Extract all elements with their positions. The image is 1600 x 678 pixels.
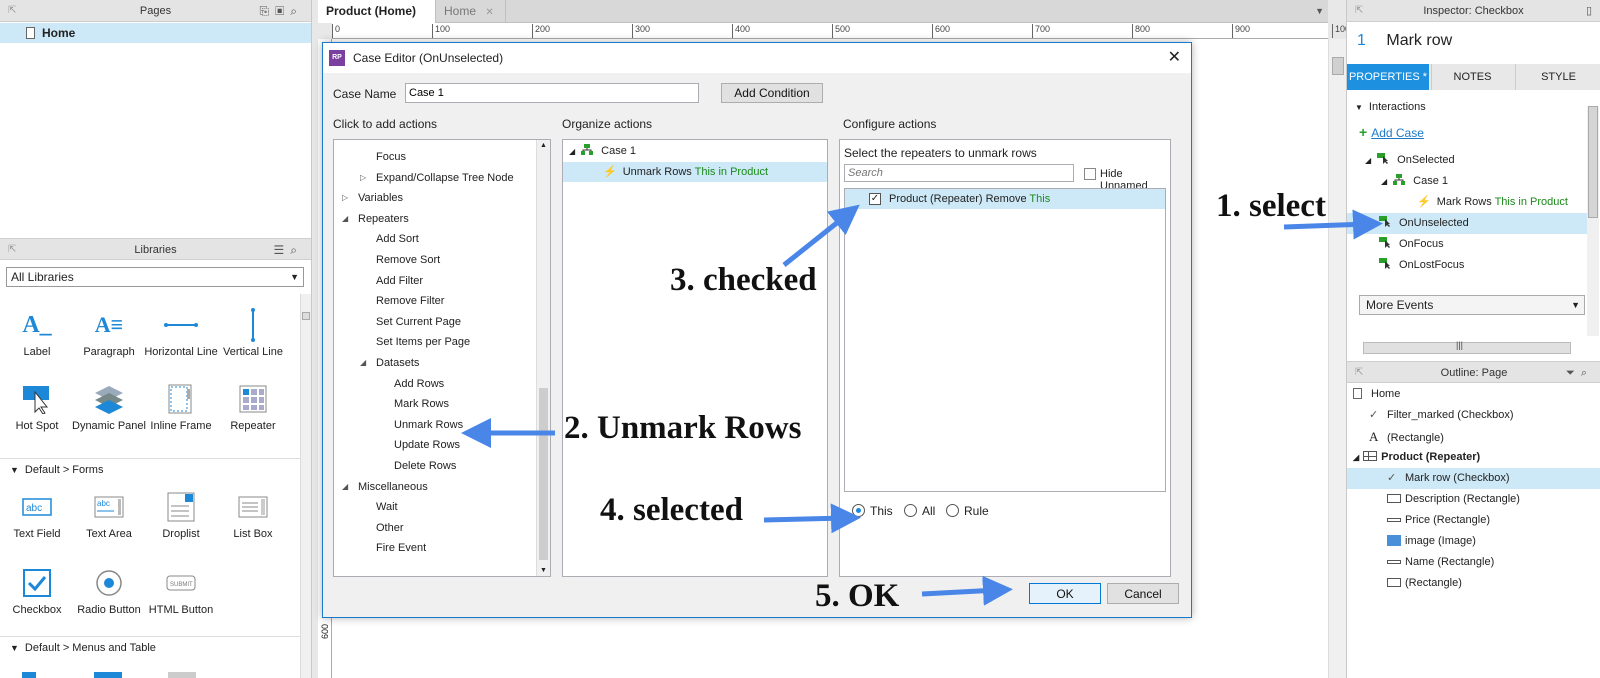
arrow-1 bbox=[1283, 209, 1383, 240]
arrow-3 bbox=[782, 204, 860, 267]
arrow-4 bbox=[763, 503, 861, 534]
annotation-arrows bbox=[461, 204, 1383, 606]
arrow-5 bbox=[921, 575, 1013, 606]
